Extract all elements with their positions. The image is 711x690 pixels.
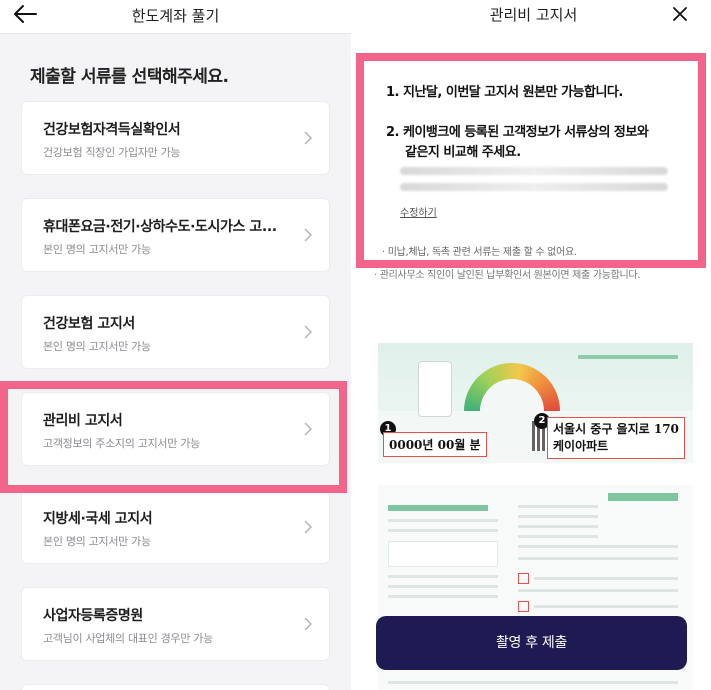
sample-bill-image: 1 0000년 00월 분 2 서울시 중구 을지로 170 케이아파트: [378, 343, 693, 463]
doc-item-utility-bill[interactable]: 휴대폰요금·전기·상하수도·도시가스 고... 본인 명의 고지서만 가능: [21, 198, 330, 272]
bill-check-mark: [518, 601, 529, 612]
doc-subtitle: 본인 명의 고지서만 가능: [43, 535, 151, 548]
bill-decor: [388, 681, 678, 684]
bill-decor: [388, 505, 488, 511]
notice-line-1: 1. 지난달, 이번달 고지서 원본만 가능합니다.: [386, 85, 623, 100]
bill-decor: [388, 585, 498, 588]
maintenance-bill-guide-screen: 관리비 고지서 1. 지난달, 이번달 고지서 원본만 가능합니다. 2. 케이…: [356, 0, 711, 690]
edit-info-link[interactable]: 수정하기: [400, 204, 437, 219]
notice-line-2: 2. 케이뱅크에 등록된 고객정보가 서류상의 정보와: [386, 125, 649, 140]
document-select-screen: 한도계좌 풀기 제출할 서류를 선택해주세요. 건강보험자격득실확인서 건강보험…: [0, 0, 351, 690]
bill-check-mark: [518, 573, 529, 584]
notice-line-2-cont: 같은지 비교해 주세요.: [405, 145, 521, 160]
doc-subtitle: 건강보험 직장인 가입자만 가능: [43, 146, 181, 159]
bill-decor: [388, 519, 498, 522]
chevron-right-icon: [304, 228, 313, 242]
notice-bullet: · 관리사무소 직인이 날인된 납부확인서 원본이면 제출 가능합니다.: [374, 270, 641, 281]
sample-date-box: 0000년 00월 분: [383, 432, 487, 457]
chevron-right-icon: [304, 131, 313, 145]
doc-title: 휴대폰요금·전기·상하수도·도시가스 고...: [43, 219, 277, 235]
bill-decor: [518, 589, 678, 592]
bill-decor: [388, 541, 498, 567]
bill-decor: [518, 525, 598, 528]
doc-title: 사업자등록증명원: [43, 608, 143, 624]
bill-decor: [518, 505, 598, 508]
doc-item-business-registration[interactable]: 사업자등록증명원 고객님이 사업체의 대표인 경우만 가능: [21, 587, 330, 661]
bill-decor: [388, 575, 498, 578]
left-header: 한도계좌 풀기: [0, 0, 351, 34]
blurred-customer-info: [400, 167, 668, 175]
page-title: 한도계좌 풀기: [131, 7, 220, 25]
bill-decor: [608, 493, 678, 501]
doc-item-maintenance-fee-bill[interactable]: 관리비 고지서 고객정보의 주소지의 고지서만 가능: [21, 392, 330, 466]
doc-title: 건강보험 고지서: [43, 316, 135, 332]
doc-subtitle: 본인 명의 고지서만 가능: [43, 340, 151, 353]
doc-item-local-national-tax-bill[interactable]: 지방세·국세 고지서 본인 명의 고지서만 가능: [21, 490, 330, 564]
doc-item-health-insurance-bill[interactable]: 건강보험 고지서 본인 명의 고지서만 가능: [21, 295, 330, 369]
page-title: 관리비 고지서: [489, 6, 578, 24]
notice-bullet: · 미납,체납, 독촉 관련 서류는 제출 할 수 없어요.: [382, 247, 577, 258]
chevron-right-icon: [304, 325, 313, 339]
bill-decor: [388, 595, 498, 598]
bill-decor: [534, 577, 678, 580]
doc-subtitle: 고객님이 사업체의 대표인 경우만 가능: [43, 632, 213, 645]
sample-address-line-2: 케이아파트: [553, 439, 609, 453]
doc-title: 관리비 고지서: [43, 413, 123, 429]
phone-illustration: [418, 361, 452, 417]
doc-item-partial[interactable]: [21, 684, 330, 690]
close-icon[interactable]: [670, 4, 690, 24]
doc-title: 지방세·국세 고지서: [43, 511, 153, 527]
bill-decor: [518, 535, 598, 538]
bill-decor: [518, 545, 678, 548]
doc-subtitle: 본인 명의 고지서만 가능: [43, 243, 151, 256]
sample-address-line-1: 서울시 중구 을지로 170: [553, 422, 679, 436]
bill-decor: [534, 605, 678, 608]
capture-submit-button[interactable]: 촬영 후 제출: [376, 616, 687, 670]
blurred-customer-info: [400, 183, 668, 191]
bill-header-bar: [578, 355, 678, 359]
bill-decor: [388, 529, 498, 532]
bill-decor: [518, 557, 678, 560]
chevron-right-icon: [304, 617, 313, 631]
notice-box: 1. 지난달, 이번달 고지서 원본만 가능합니다. 2. 케이뱅크에 등록된 …: [356, 53, 706, 268]
chevron-right-icon: [304, 520, 313, 534]
section-heading: 제출할 서류를 선택해주세요.: [30, 67, 229, 87]
doc-subtitle: 고객정보의 주소지의 고지서만 가능: [43, 437, 200, 450]
doc-title: 건강보험자격득실확인서: [43, 122, 181, 138]
doc-item-health-insurance-certificate[interactable]: 건강보험자격득실확인서 건강보험 직장인 가입자만 가능: [21, 101, 330, 175]
sample-address-box: 서울시 중구 을지로 170 케이아파트: [547, 417, 685, 459]
bill-decor: [518, 515, 598, 518]
chevron-right-icon: [304, 422, 313, 436]
